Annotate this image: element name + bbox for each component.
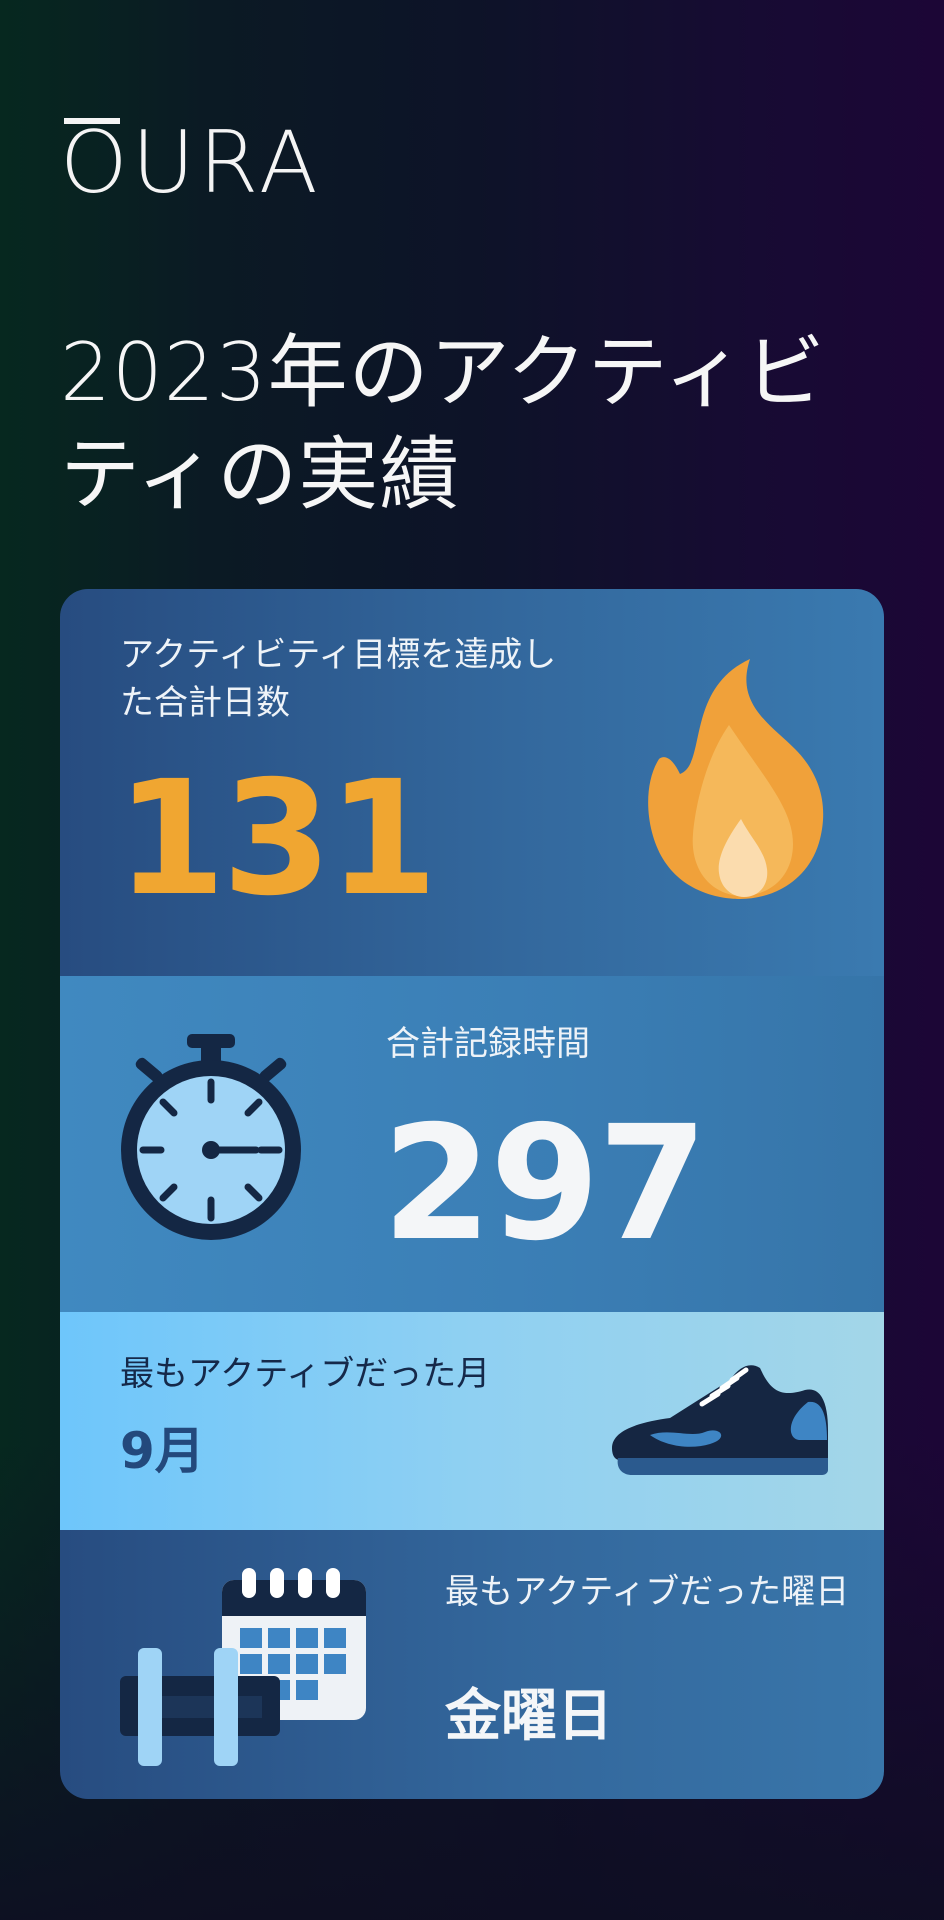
- logo-text: OURA: [60, 113, 322, 213]
- top-month-value: 9月: [120, 1422, 205, 1480]
- logo-macron: [64, 118, 120, 124]
- recorded-hours-value: 297: [382, 1092, 708, 1276]
- top-month-section: 最もアクティブだった月 9月: [60, 1312, 884, 1530]
- top-month-label: 最もアクティブだった月: [120, 1354, 491, 1394]
- flame-icon: [648, 659, 824, 899]
- stopwatch-icon: [121, 1034, 301, 1240]
- top-weekday-section: 最もアクティブだった曜日 金曜日: [60, 1530, 884, 1799]
- top-weekday-value: 金曜日: [445, 1684, 613, 1749]
- activity-summary-card: アクティビティ目標を達成した合計日数 131 合計記録時間 297 最もアクティ…: [60, 589, 884, 1799]
- recorded-hours-section: 合計記録時間 297: [60, 976, 884, 1312]
- page-title: 2023年のアクティビティの実績: [60, 326, 826, 521]
- recorded-hours-label: 合計記録時間: [386, 1024, 590, 1064]
- goal-days-value: 131: [116, 747, 438, 931]
- oura-logo: OURA: [60, 118, 322, 208]
- top-weekday-label: 最もアクティブだった曜日: [445, 1572, 850, 1612]
- dumbbell-calendar-icon: [120, 1568, 366, 1766]
- goal-days-label: アクティビティ目標を達成した合計日数: [120, 635, 557, 723]
- goal-days-section: アクティビティ目標を達成した合計日数 131: [60, 589, 884, 976]
- sneaker-icon: [612, 1365, 828, 1475]
